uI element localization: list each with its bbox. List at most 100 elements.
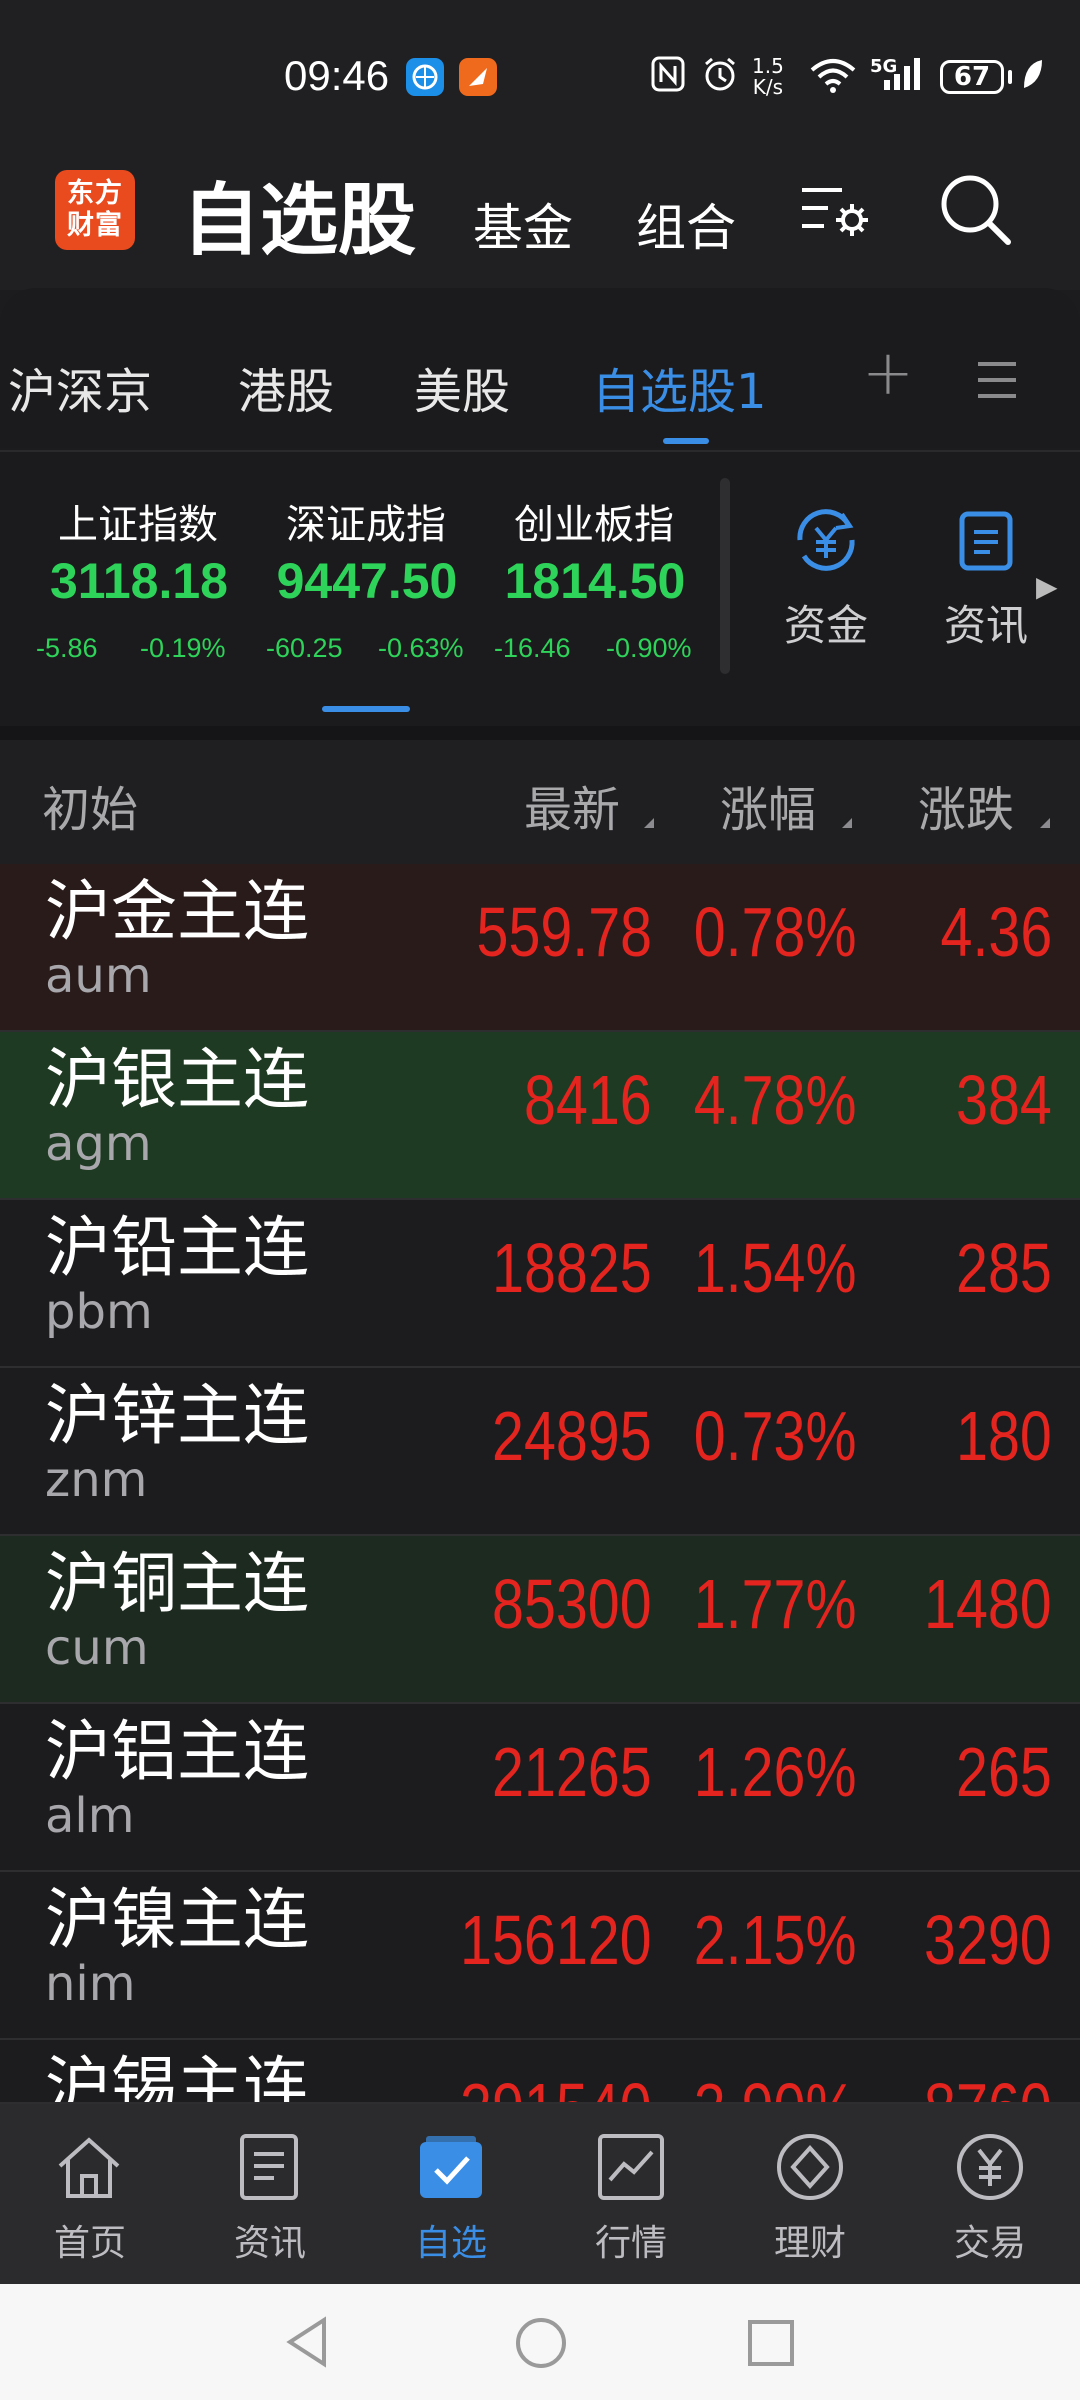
price-change: 180 [956, 1397, 1052, 1475]
active-tab-indicator [663, 438, 709, 444]
price-change: 4.36 [940, 893, 1052, 971]
wifi-icon [808, 54, 858, 94]
change-percent: 2.90% [693, 2068, 856, 2102]
watchlist-row[interactable]: 沪锌主连 znm 24895 0.73% 180 [0, 1368, 1080, 1536]
index-name: 创业板指 [514, 502, 674, 548]
index-value[interactable]: 1814.50 [480, 552, 710, 610]
yen-circle-icon[interactable] [955, 2132, 1025, 2202]
price-change: 8760 [924, 2068, 1052, 2102]
watchlist-row[interactable]: 沪铜主连 cum 85300 1.77% 1480 [0, 1536, 1080, 1704]
document-icon[interactable] [958, 510, 1014, 576]
watchlist-row[interactable]: 沪铅主连 pbm 18825 1.54% 285 [0, 1200, 1080, 1368]
latest-price: 21265 [492, 1733, 652, 1811]
nav-watchlist[interactable]: 自选 [381, 2214, 521, 2266]
wealth-diamond-icon[interactable] [775, 2132, 845, 2202]
alarm-icon [700, 54, 740, 94]
instrument-code: cum [45, 1620, 149, 1676]
news-icon[interactable] [234, 2132, 304, 2202]
sort-default-header[interactable]: 初始 [42, 770, 138, 840]
index-name: 深证成指 [286, 502, 446, 548]
add-tab-icon[interactable]: + [862, 336, 914, 409]
index-change-pct: -0.19% [140, 633, 226, 663]
page-title: 自选股 [182, 176, 417, 266]
change-percent: 0.78% [693, 893, 856, 971]
recents-icon[interactable] [746, 2318, 796, 2372]
sort-indicator-icon [1040, 818, 1050, 828]
funds-link[interactable]: 基金 [473, 188, 573, 260]
instrument-name: 沪金主连 [45, 873, 309, 950]
instrument-name: 沪银主连 [45, 1041, 309, 1118]
latest-price: 559.78 [476, 893, 652, 971]
tab-watchlist-1[interactable]: 自选股1 [592, 352, 767, 422]
instrument-name: 沪铅主连 [45, 1209, 309, 1286]
tab-hs-jing[interactable]: 沪深京 [8, 352, 152, 422]
watchlist-row[interactable]: 沪锡主连 291540 2.90% 8760 [0, 2040, 1080, 2104]
watchlist-row[interactable]: 沪金主连 aum 559.78 0.78% 4.36 [0, 864, 1080, 1032]
change-percent: 1.54% [693, 1229, 856, 1307]
nav-market[interactable]: 行情 [561, 2214, 701, 2266]
instrument-code: aum [45, 948, 152, 1004]
index-name: 上证指数 [58, 502, 218, 548]
latest-price-header[interactable]: 最新 [524, 770, 620, 840]
index-change: -5.86 [36, 633, 98, 663]
instrument-name: 沪镍主连 [45, 1881, 309, 1958]
market-chart-icon[interactable] [596, 2132, 666, 2202]
index-change: -60.25 [266, 633, 343, 663]
change-percent: 1.26% [693, 1733, 856, 1811]
instrument-name: 沪铝主连 [45, 1713, 309, 1790]
index-change: -16.46 [494, 633, 571, 663]
nav-news[interactable]: 资讯 [200, 2214, 340, 2266]
yen-cycle-icon[interactable] [790, 504, 862, 580]
change-percent: 2.15% [693, 1901, 856, 1979]
price-change: 1480 [924, 1565, 1052, 1643]
index-divider [720, 478, 730, 674]
quick-link-news[interactable]: 资讯 [944, 592, 1028, 653]
tab-us-stocks[interactable]: 美股 [414, 352, 510, 422]
sort-indicator-icon [842, 818, 852, 828]
cell-signal-icon [880, 54, 930, 94]
change-header[interactable]: 涨跌 [918, 770, 1014, 840]
index-value[interactable]: 9447.50 [252, 552, 482, 610]
change-percent: 4.78% [693, 1061, 856, 1139]
latest-price: 24895 [492, 1397, 652, 1475]
app-logo: 东方 财富 [55, 170, 135, 250]
latest-price: 291540 [460, 2068, 652, 2102]
price-change: 285 [956, 1229, 1052, 1307]
latest-price: 8416 [524, 1061, 652, 1139]
instrument-code: pbm [45, 1284, 153, 1340]
network-speed: 1.5 K/s [752, 54, 784, 99]
quick-link-funds[interactable]: 资金 [784, 592, 868, 653]
leaf-icon [1020, 54, 1046, 94]
watchlist-icon[interactable] [416, 2132, 486, 2202]
portfolio-link[interactable]: 组合 [636, 188, 736, 260]
watchlist-row[interactable]: 沪镍主连 nim 156120 2.15% 3290 [0, 1872, 1080, 2040]
app-notification-icon [459, 58, 497, 96]
instrument-name: 沪锌主连 [45, 1377, 309, 1454]
watchlist-row[interactable]: 沪铝主连 alm 21265 1.26% 265 [0, 1704, 1080, 1872]
index-change-pct: -0.90% [606, 633, 692, 663]
nfc-icon [650, 54, 686, 94]
index-change-pct: -0.63% [378, 633, 464, 663]
index-scroll-indicator [322, 706, 410, 712]
status-time: 09:46 [284, 52, 390, 99]
instrument-name: 沪铜主连 [45, 1545, 309, 1622]
list-settings-icon[interactable] [800, 178, 870, 242]
price-change: 265 [956, 1733, 1052, 1811]
tab-hk-stocks[interactable]: 港股 [238, 352, 334, 422]
nav-trade[interactable]: 交易 [920, 2214, 1060, 2266]
nav-home[interactable]: 首页 [20, 2214, 160, 2266]
index-value[interactable]: 3118.18 [24, 552, 254, 610]
home-circle-icon[interactable] [514, 2316, 568, 2374]
latest-price: 156120 [460, 1901, 652, 1979]
search-icon[interactable] [938, 172, 1014, 248]
home-icon[interactable] [54, 2132, 124, 2202]
watchlist-row[interactable]: 沪银主连 agm 8416 4.78% 384 [0, 1032, 1080, 1200]
back-icon[interactable] [282, 2314, 332, 2374]
more-arrow-icon[interactable]: ▶ [1036, 570, 1058, 603]
nav-wealth[interactable]: 理财 [740, 2214, 880, 2266]
change-pct-header[interactable]: 涨幅 [720, 770, 816, 840]
instrument-code: nim [45, 1956, 136, 2012]
bottom-navigation [0, 2104, 1080, 2284]
tab-menu-icon[interactable] [976, 360, 1018, 400]
section-gap [0, 726, 1080, 740]
